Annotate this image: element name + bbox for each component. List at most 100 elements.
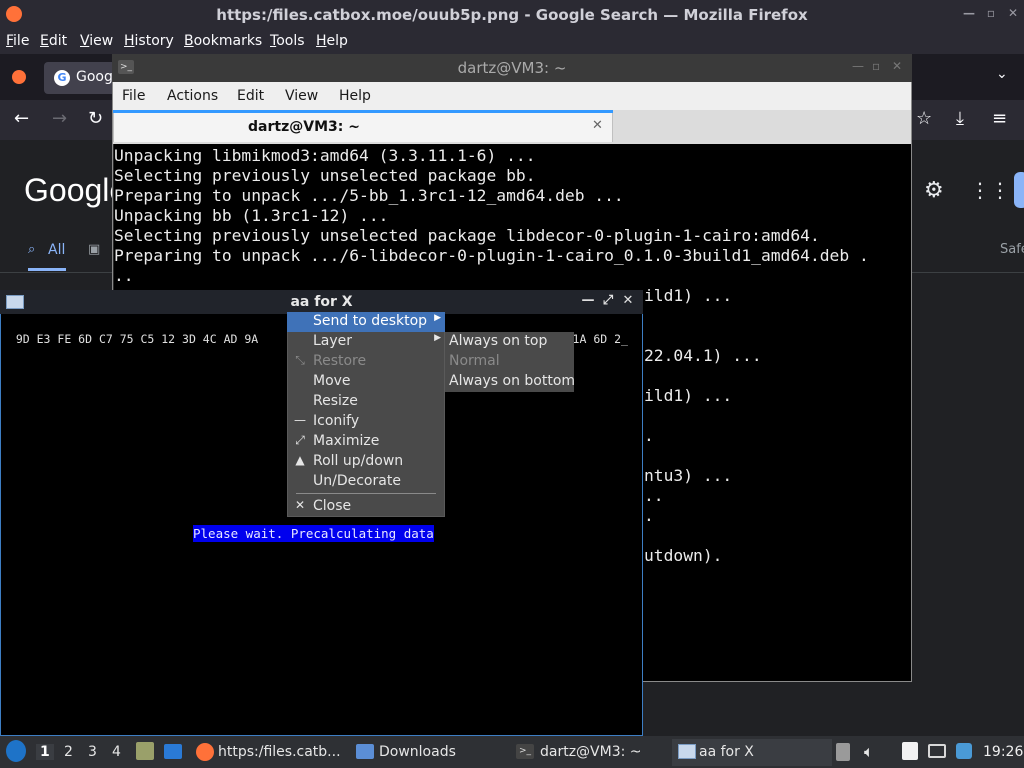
tab-list-icon[interactable]: ⌄ — [996, 66, 1008, 82]
start-menu-icon[interactable] — [6, 740, 26, 762]
settings-gear-icon[interactable]: ⚙ — [924, 178, 944, 203]
task-label: https:/files.catb... — [218, 744, 341, 760]
downloads-icon[interactable]: ⤓ — [956, 108, 964, 129]
menu-item-label: Send to desktop — [313, 313, 428, 329]
notes-icon[interactable] — [902, 742, 918, 760]
terminal-menu-edit[interactable]: Edit — [237, 88, 264, 104]
submenu-item-always-on-bottom[interactable]: Always on bottom — [449, 373, 575, 389]
reload-icon[interactable]: ↻ — [88, 108, 103, 129]
terminal-menu-file[interactable]: File — [122, 88, 145, 104]
task-label: dartz@VM3: ~ — [540, 744, 642, 760]
menu-view[interactable]: View — [80, 33, 113, 49]
menu-help[interactable]: Help — [316, 33, 348, 49]
firefox-view-icon[interactable] — [12, 70, 26, 84]
task-firefox[interactable]: https:/files.catb... — [194, 736, 346, 768]
aa-wait-message: Please wait. Precalculating data — [193, 525, 434, 542]
menu-history[interactable]: History — [124, 33, 174, 49]
tab-close-icon[interactable]: ✕ — [592, 118, 603, 133]
aa-titlebar[interactable]: aa for X — ⤢ ✕ — [0, 290, 643, 314]
close-icon[interactable]: ✕ — [620, 293, 636, 309]
tab-all-underline — [28, 268, 66, 271]
menu-item-un-decorate[interactable]: Un/Decorate — [287, 472, 445, 492]
maximize-icon[interactable]: ⤢ — [600, 293, 616, 309]
menu-item-label: Maximize — [313, 433, 380, 449]
forward-icon[interactable]: → — [52, 108, 67, 129]
menu-item-label: Un/Decorate — [313, 473, 401, 489]
menu-item-label: Move — [313, 373, 351, 389]
terminal-menu-help[interactable]: Help — [339, 88, 371, 104]
terminal-tab[interactable]: dartz@VM3: ~ ✕ — [113, 112, 613, 142]
taskbar-clock[interactable]: 19:26 — [983, 744, 1023, 760]
submenu-arrow-icon: ▶ — [434, 313, 441, 323]
terminal-line: Preparing to unpack .../6-libdecor-0-plu… — [114, 246, 869, 265]
task-aa-for-x[interactable]: aa for X — [676, 736, 826, 768]
menu-item-move[interactable]: Move — [287, 372, 445, 392]
terminal-line-partial: 22.04.1) ... — [644, 346, 762, 365]
menu-item-send-to-desktop[interactable]: Send to desktop ▶ — [287, 312, 445, 332]
close-icon[interactable]: ✕ — [1006, 6, 1020, 20]
maximize-icon[interactable]: ▫ — [984, 6, 998, 20]
firefox-window-title: https:/files.catbox.moe/ouub5p.png - Goo… — [216, 6, 808, 24]
show-desktop-icon[interactable] — [164, 744, 182, 759]
menu-tools[interactable]: Tools — [270, 33, 305, 49]
google-favicon: G — [54, 70, 70, 86]
task-terminal[interactable]: >_ dartz@VM3: ~ — [514, 736, 664, 768]
terminal-titlebar: >_ dartz@VM3: ~ — ▫ ✕ — [112, 54, 912, 82]
menu-file[interactable]: File — [6, 33, 29, 49]
restore-icon: ⤡ — [295, 353, 305, 367]
submenu-item-always-on-top[interactable]: Always on top — [449, 333, 547, 349]
terminal-menu-view[interactable]: View — [285, 88, 318, 104]
maximize-icon[interactable]: ▫ — [872, 59, 880, 73]
workspace-4[interactable]: 4 — [112, 744, 121, 760]
firefox-icon — [196, 743, 214, 761]
file-manager-launcher-icon[interactable] — [136, 742, 154, 760]
menu-item-layer[interactable]: Layer ▶ — [287, 332, 445, 352]
aa-hex-left: 9D E3 FE 6D C7 75 C5 12 3D 4C AD 9A — [15, 332, 259, 346]
images-icon[interactable]: ▣ — [88, 242, 100, 257]
back-icon[interactable]: ← — [14, 108, 29, 129]
task-label: Downloads — [379, 744, 456, 760]
menu-item-resize[interactable]: Resize — [287, 392, 445, 412]
terminal-tab-accent — [113, 110, 613, 113]
menu-item-label: Layer — [313, 333, 353, 349]
terminal-line: Preparing to unpack .../5-bb_1.3rc1-12_a… — [114, 186, 624, 205]
clipboard-icon[interactable] — [836, 743, 850, 761]
workspace-1[interactable]: 1 — [36, 744, 54, 760]
terminal-menu-actions[interactable]: Actions — [167, 88, 218, 104]
menu-item-maximize[interactable]: ⤢ Maximize — [287, 432, 445, 452]
minimize-icon[interactable]: — — [580, 293, 596, 309]
terminal-line-partial: utdown). — [644, 546, 723, 565]
workspace-2[interactable]: 2 — [64, 744, 73, 760]
update-notifier-icon[interactable] — [956, 743, 972, 759]
firefox-titlebar: https:/files.catbox.moe/ouub5p.png - Goo… — [0, 0, 1024, 30]
network-icon[interactable] — [928, 744, 946, 758]
terminal-tab-title: dartz@VM3: ~ — [248, 119, 360, 135]
firefox-menubar: File Edit View History Bookmarks Tools H… — [0, 30, 1024, 54]
minimize-icon[interactable]: — — [852, 59, 864, 73]
sign-in-button[interactable] — [1014, 172, 1024, 208]
close-icon[interactable]: ✕ — [892, 59, 902, 73]
iconify-icon: — — [294, 413, 306, 427]
menu-item-roll-up-down[interactable]: ▲ Roll up/down — [287, 452, 445, 472]
menu-item-iconify[interactable]: — Iconify — [287, 412, 445, 432]
bookmark-star-icon[interactable]: ☆ — [916, 108, 932, 129]
window-icon — [678, 744, 696, 759]
menu-bookmarks[interactable]: Bookmarks — [184, 33, 262, 49]
menu-item-label: Roll up/down — [313, 453, 404, 469]
aa-hex-output: 9D E3 FE 6D C7 75 C5 12 3D 4C AD 9A — [2, 318, 258, 346]
menu-item-close[interactable]: ✕ Close — [287, 497, 445, 517]
menu-separator — [296, 493, 436, 494]
terminal-line: .. — [114, 266, 134, 285]
safesearch-label[interactable]: Safe — [1000, 242, 1024, 257]
search-tab-all[interactable]: All — [48, 242, 65, 258]
menu-edit[interactable]: Edit — [40, 33, 67, 49]
workspace-3[interactable]: 3 — [88, 744, 97, 760]
menu-item-restore: ⤡ Restore — [287, 352, 445, 372]
terminal-line-partial: . — [644, 506, 654, 525]
app-menu-icon[interactable]: ≡ — [992, 108, 1007, 129]
volume-icon[interactable]: 🔈︎ — [864, 742, 874, 762]
minimize-icon[interactable]: — — [962, 6, 976, 20]
terminal-line-partial: ntu3) ... — [644, 466, 733, 485]
apps-grid-icon[interactable]: ⋮⋮ — [970, 178, 1010, 202]
task-downloads[interactable]: Downloads — [354, 736, 504, 768]
